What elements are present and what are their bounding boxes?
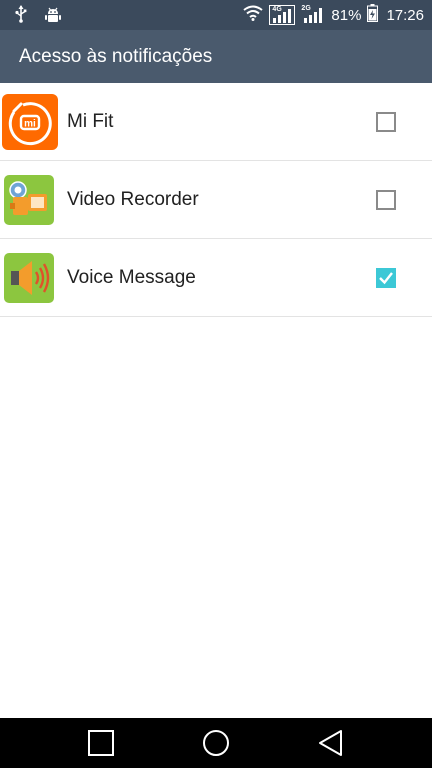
battery-charging-icon [367,4,379,26]
app-label: Video Recorder [67,188,199,210]
notification-access-checkbox[interactable] [376,111,396,132]
home-button[interactable] [200,727,232,759]
app-bar: Acesso às notificações [0,30,432,83]
app-list: mi Mi Fit Video Recorder Voice Message [0,83,432,317]
signal-4g-icon: 4G [269,5,296,25]
android-debug-icon [44,5,62,28]
network-4g-label: 4G [272,6,282,13]
notification-access-checkbox[interactable] [376,267,396,288]
list-item-mi-fit[interactable]: mi Mi Fit [0,83,432,161]
list-item-voice-message[interactable]: Voice Message [0,239,432,317]
back-button[interactable] [314,727,346,759]
app-label: Mi Fit [67,110,114,132]
svg-text:mi: mi [24,118,36,129]
app-label: Voice Message [67,266,196,288]
page-title: Acesso às notificações [19,45,213,67]
video-recorder-icon [4,174,54,225]
network-2g-label: 2G [301,5,311,12]
battery-percent: 81% [331,6,362,24]
navigation-bar [0,718,432,768]
notification-access-checkbox[interactable] [376,189,396,210]
wifi-icon [243,5,264,25]
back-icon [319,730,342,756]
list-item-video-recorder[interactable]: Video Recorder [0,161,432,239]
signal-2g-icon: 2G [301,5,325,25]
checkmark-icon [379,271,393,284]
mi-fit-icon: mi [2,93,58,150]
clock: 17:26 [386,6,424,24]
home-icon [203,730,229,756]
recents-icon [88,730,114,756]
voice-message-icon [4,252,54,303]
status-bar: 4G 2G 81% 17:26 [0,0,432,30]
recents-button[interactable] [85,727,117,759]
usb-icon [14,5,28,28]
